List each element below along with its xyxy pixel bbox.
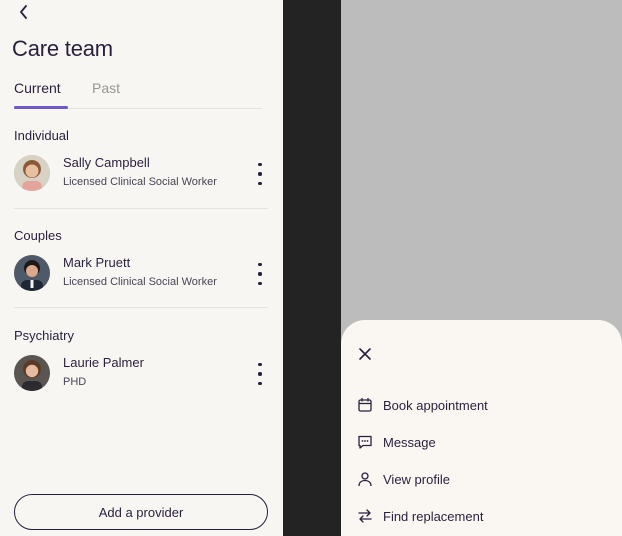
back-button[interactable] xyxy=(14,2,34,22)
section-title-individual: Individual xyxy=(14,128,69,143)
menu-item-book-appointment[interactable]: Book appointment xyxy=(357,394,607,416)
menu-item-message[interactable]: Message xyxy=(357,431,607,453)
section-title-couples: Couples xyxy=(14,228,62,243)
provider-name: Laurie Palmer xyxy=(63,355,144,370)
provider-name: Sally Campbell xyxy=(63,155,150,170)
provider-role: Licensed Clinical Social Worker xyxy=(63,176,217,188)
avatar xyxy=(14,355,50,391)
section-title-psychiatry: Psychiatry xyxy=(14,328,74,343)
page-title: Care team xyxy=(12,36,113,61)
message-icon xyxy=(357,434,373,450)
divider xyxy=(14,208,268,209)
more-options-icon[interactable] xyxy=(252,163,268,185)
menu-item-label: Find replacement xyxy=(383,508,484,524)
provider-role: Licensed Clinical Social Worker xyxy=(63,276,217,288)
provider-role: PHD xyxy=(63,376,87,388)
add-provider-button[interactable]: Add a provider xyxy=(14,494,268,530)
menu-item-view-profile[interactable]: View profile xyxy=(357,468,607,490)
active-tab-indicator xyxy=(14,106,68,109)
avatar xyxy=(14,255,50,291)
provider-row-individual[interactable]: Sally Campbell Licensed Clinical Social … xyxy=(14,155,268,195)
more-options-icon[interactable] xyxy=(252,363,268,385)
more-options-icon[interactable] xyxy=(252,263,268,285)
tab-current[interactable]: Current xyxy=(14,80,61,96)
tab-past[interactable]: Past xyxy=(92,80,120,96)
divider xyxy=(14,307,268,308)
close-icon xyxy=(359,348,371,360)
provider-name: Mark Pruett xyxy=(63,255,131,270)
tab-bar: Current Past xyxy=(14,80,262,109)
avatar xyxy=(14,155,50,191)
calendar-icon xyxy=(357,397,373,413)
chevron-left-icon xyxy=(20,5,27,19)
action-sheet: Book appointment Message View profile Fi… xyxy=(341,320,622,536)
person-icon xyxy=(357,471,373,487)
menu-item-label: Book appointment xyxy=(383,397,488,413)
swap-icon xyxy=(357,508,373,524)
care-team-panel: Care team Current Past Individual Sally … xyxy=(0,0,283,536)
provider-row-couples[interactable]: Mark Pruett Licensed Clinical Social Wor… xyxy=(14,255,268,295)
menu-item-label: View profile xyxy=(383,471,450,487)
close-button[interactable] xyxy=(357,346,373,362)
provider-row-psychiatry[interactable]: Laurie Palmer PHD xyxy=(14,355,268,395)
divider-strip xyxy=(283,0,341,536)
menu-item-find-replacement[interactable]: Find replacement xyxy=(357,505,607,527)
menu-item-label: Message xyxy=(383,434,436,450)
